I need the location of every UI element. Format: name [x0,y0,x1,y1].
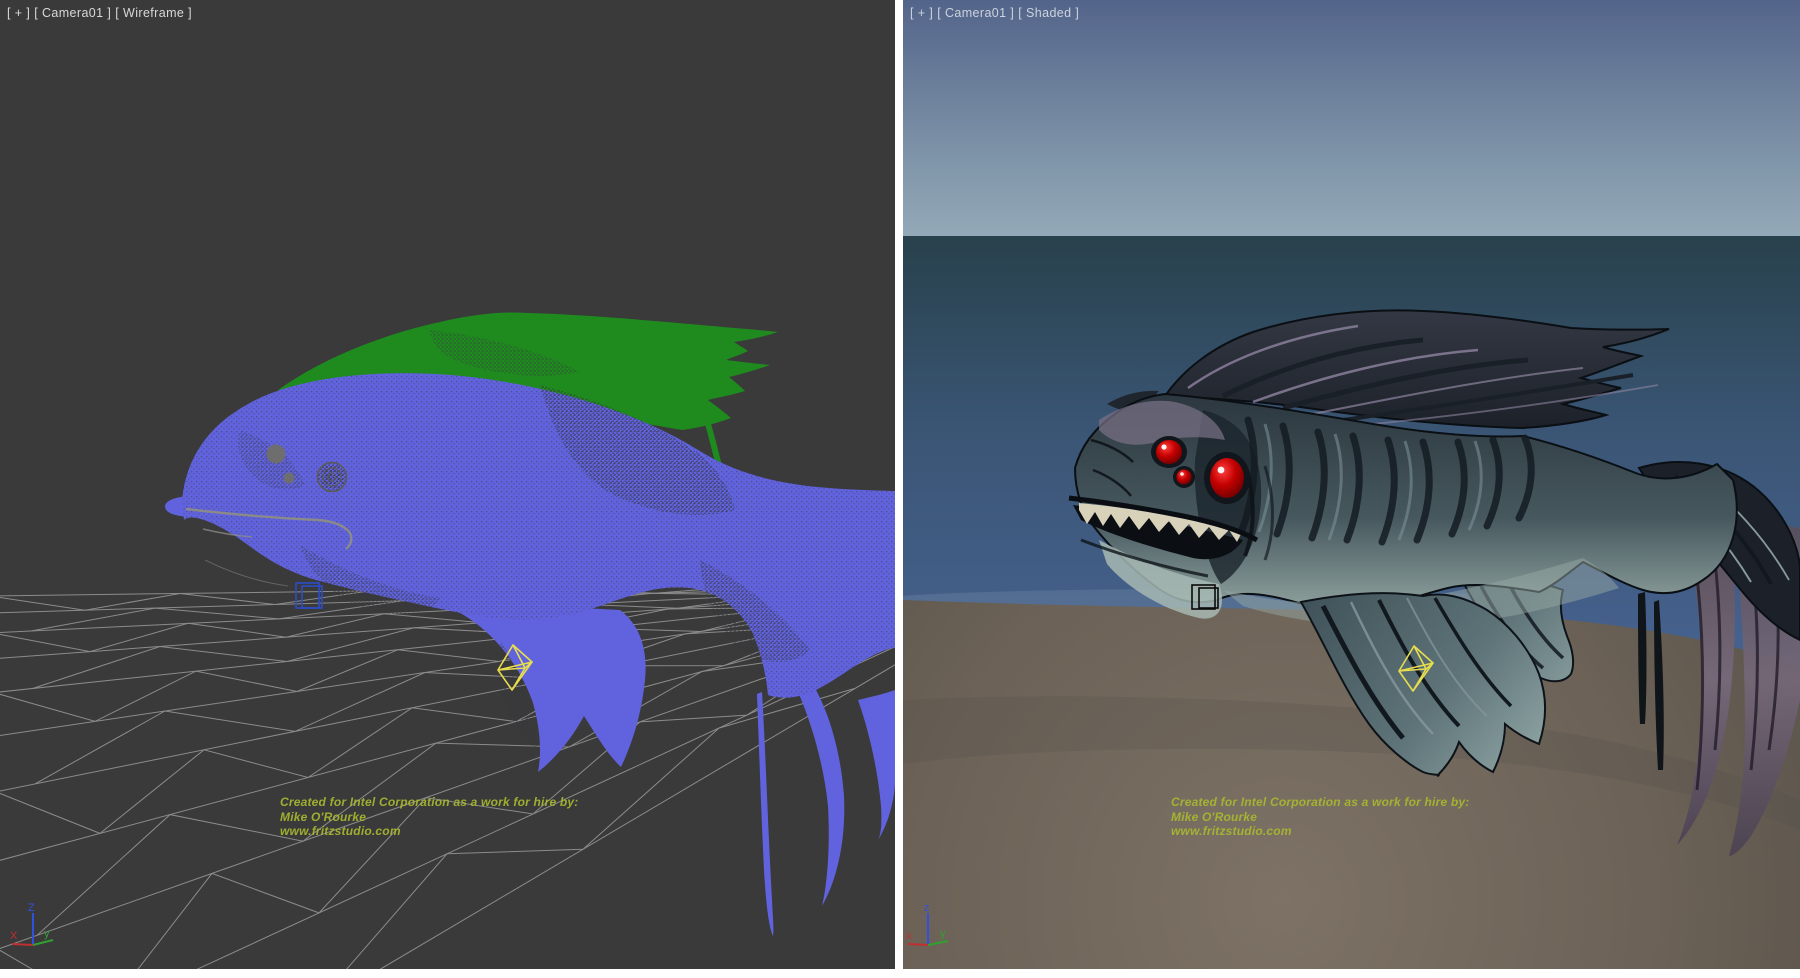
axis-x-label: x [906,930,912,942]
viewport-shading-button[interactable]: [ Wireframe ] [115,6,192,20]
watermark-right: Created for Intel Corporation as a work … [1171,795,1469,839]
watermark-line-1: Created for Intel Corporation as a work … [1171,795,1469,810]
window-bottom-border [0,969,1800,978]
max-viewport-area: Z X y [ + ] [ Camera01 ] [ Wireframe ] C… [0,0,1800,978]
watermark-line-3: www.fritzstudio.com [1171,824,1469,839]
viewport-wireframe[interactable]: Z X y [ + ] [ Camera01 ] [ Wireframe ] C… [0,0,895,969]
axis-z-label: Z [28,902,35,914]
eye-medium [1156,440,1182,464]
viewport-shading-button[interactable]: [ Shaded ] [1018,6,1079,20]
sky [903,0,1800,236]
axis-y-label: y [44,928,50,940]
viewport-label-left: [ + ] [ Camera01 ] [ Wireframe ] [7,6,192,20]
watermark-line-1: Created for Intel Corporation as a work … [280,795,578,810]
watermark-line-2: Mike O'Rourke [1171,810,1469,825]
viewport-expand-button[interactable]: [ + ] [7,6,30,20]
viewport-camera-button[interactable]: [ Camera01 ] [34,6,111,20]
viewport-label-right: [ + ] [ Camera01 ] [ Shaded ] [910,6,1079,20]
viewport-shaded[interactable]: z x y [ + ] [ Camera01 ] [ Shaded ] Crea… [903,0,1800,969]
axis-z-label: z [924,902,930,914]
axis-x-line [12,944,33,945]
wire-eye-spot-large [267,445,286,464]
axis-x-label: X [10,930,18,942]
viewport-expand-button[interactable]: [ + ] [910,6,933,20]
watermark-line-2: Mike O'Rourke [280,810,578,825]
wire-eye-ringed [318,463,347,492]
axis-y-label: y [940,928,946,940]
viewport-splitter[interactable] [895,0,903,969]
eye-large [1210,458,1244,498]
watermark-left: Created for Intel Corporation as a work … [280,795,578,839]
wire-eye-spot-small [284,473,295,484]
axis-x-line [908,944,928,945]
viewport-camera-button[interactable]: [ Camera01 ] [937,6,1014,20]
watermark-line-3: www.fritzstudio.com [280,824,578,839]
tail-streamer-1 [1638,592,1647,724]
eye-small [1177,470,1192,485]
